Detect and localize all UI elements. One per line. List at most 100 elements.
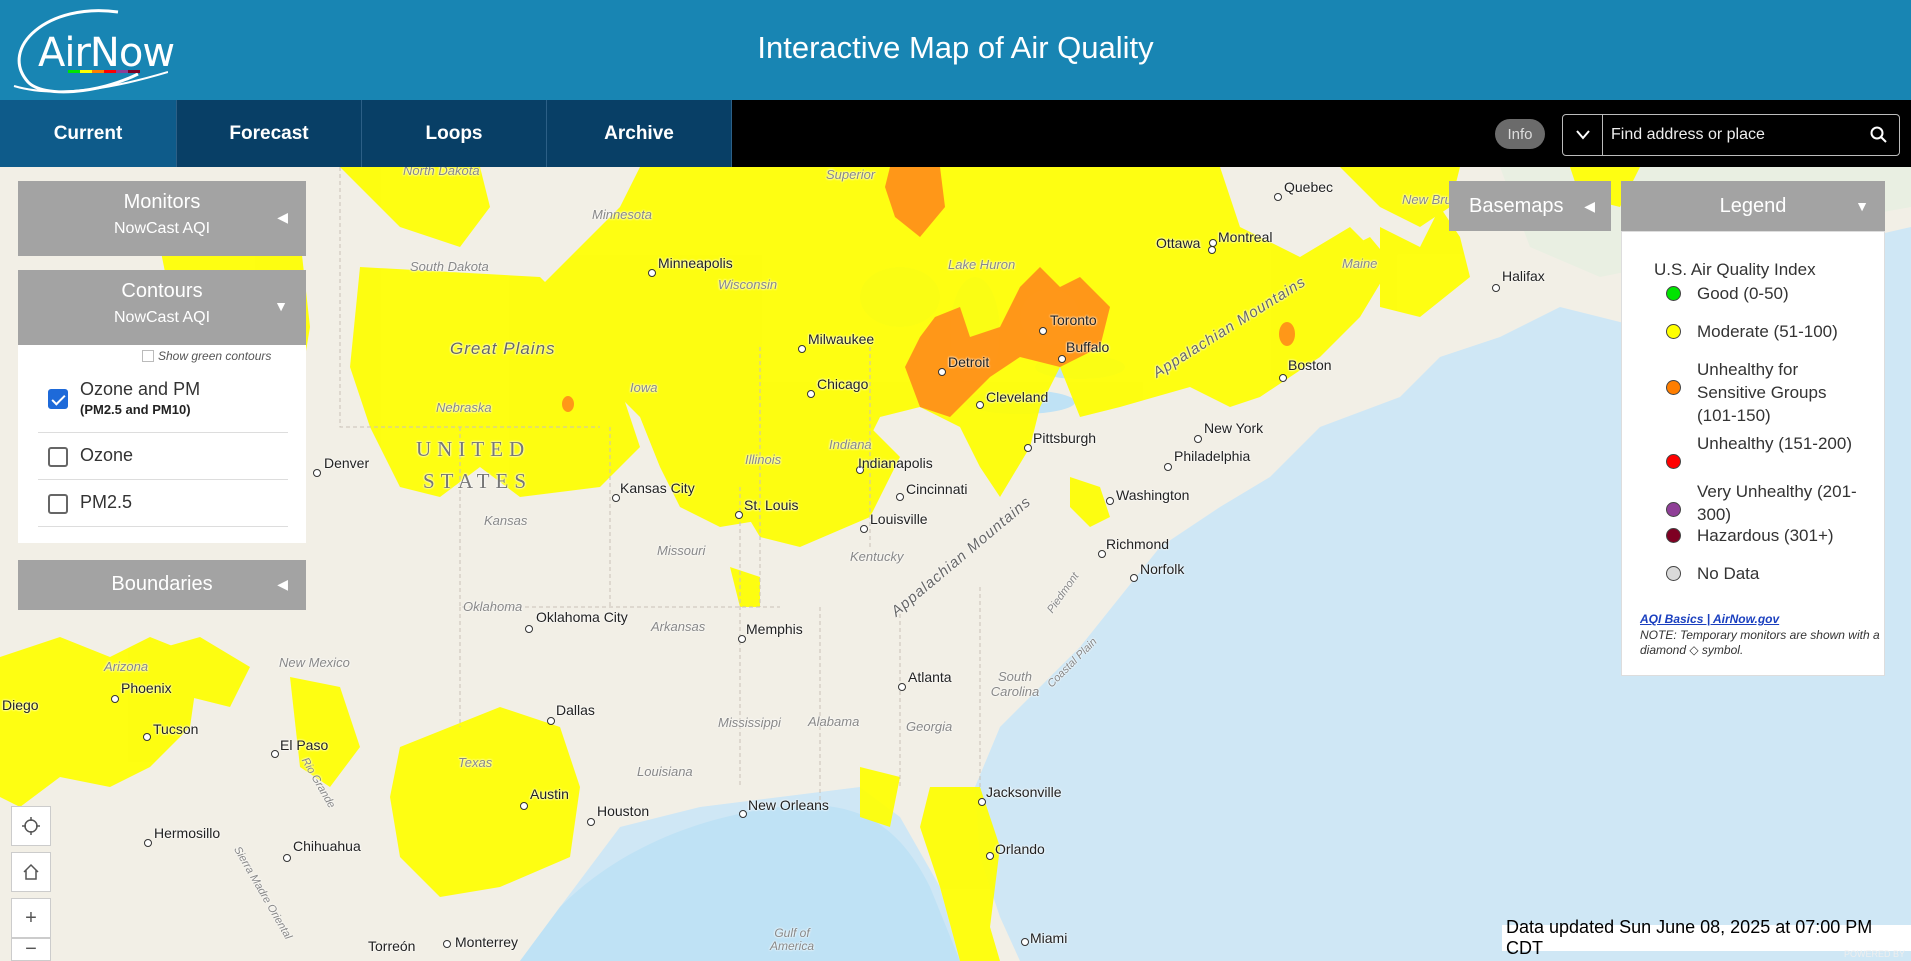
legend-color-dot (1666, 286, 1681, 301)
city-marker (1039, 327, 1047, 335)
powered-by-label: POWERED BY (1843, 949, 1905, 959)
search-input[interactable] (1611, 123, 1851, 147)
city-label: Minneapolis (658, 255, 733, 271)
city-marker (735, 511, 743, 519)
legend-color-dot (1666, 502, 1681, 517)
minus-icon: − (25, 938, 37, 960)
city-marker (111, 695, 119, 703)
ozone-and-pm-checkbox[interactable] (48, 389, 68, 409)
city-marker (547, 717, 555, 725)
city-label: Hermosillo (154, 825, 221, 841)
page-title: Interactive Map of Air Quality (757, 30, 1154, 65)
city-marker (1130, 574, 1138, 582)
tab-current[interactable]: Current (0, 100, 177, 167)
region-label: New Mexico (279, 655, 350, 670)
info-button[interactable]: Info (1495, 119, 1545, 149)
region-label: Georgia (906, 719, 953, 734)
legend-color-dot (1666, 528, 1681, 543)
show-green-checkbox[interactable] (142, 350, 154, 362)
home-icon (23, 863, 39, 880)
contours-subtitle: NowCast AQI (113, 309, 211, 326)
monitors-panel-header[interactable]: Monitors NowCast AQI ◀ (18, 181, 306, 256)
zoom-out-button[interactable]: − (11, 938, 51, 961)
city-marker (443, 940, 451, 948)
boundaries-panel-header[interactable]: Boundaries ◀ (18, 560, 306, 610)
city-label: Miami (1030, 930, 1068, 946)
city-label: Milwaukee (808, 331, 875, 347)
city-label: Montreal (1218, 229, 1273, 245)
contours-panel-body: Show green contours Ozone and PM (PM2.5 … (18, 345, 306, 543)
city-label: Oklahoma City (536, 609, 628, 625)
region-label: Indiana (829, 437, 872, 452)
city-marker (1024, 444, 1032, 452)
search-dropdown-button[interactable] (1563, 115, 1603, 155)
city-marker (1279, 374, 1287, 382)
app-header: AirNow Interactive Map of Air Quality (0, 0, 1911, 100)
region-label: Arizona (104, 659, 149, 674)
city-marker (798, 345, 806, 353)
city-marker (976, 401, 984, 409)
city-label: Memphis (746, 621, 803, 637)
option-label: Ozone and PM (80, 379, 201, 399)
city-marker (313, 469, 321, 477)
city-label: El Paso (280, 737, 329, 753)
legend-label: Very Unhealthy (201-300) (1697, 482, 1857, 524)
city-label: St. Louis (744, 497, 799, 513)
legend-label: No Data (1697, 564, 1760, 583)
city-label: Phoenix (121, 680, 172, 696)
city-label: Diego (2, 697, 39, 713)
city-label: Cleveland (986, 389, 1049, 405)
city-label: Detroit (948, 354, 990, 370)
region-label: South Dakota (410, 259, 489, 274)
legend-color-dot (1666, 566, 1681, 581)
region-label: Illinois (745, 452, 782, 467)
tab-loops[interactable]: Loops (362, 100, 547, 167)
home-button[interactable] (11, 852, 51, 892)
pm25-checkbox[interactable] (48, 494, 68, 514)
city-marker (587, 818, 595, 826)
contours-panel-header[interactable]: Contours NowCast AQI ▼ (18, 270, 306, 345)
region-label: South Carolina (990, 669, 1040, 699)
monitors-title: Monitors (123, 191, 201, 213)
city-marker (860, 525, 868, 533)
city-label: Jacksonville (986, 784, 1062, 800)
city-label: New Orleans (748, 797, 829, 813)
monitors-subtitle: NowCast AQI (113, 220, 211, 237)
city-label: Cincinnati (906, 481, 968, 497)
region-label: Mississippi (718, 715, 781, 730)
city-marker (143, 733, 151, 741)
expand-down-icon: ▼ (1855, 198, 1869, 214)
search-icon[interactable] (1869, 125, 1889, 145)
data-updated-label: Data updated Sun June 08, 2025 at 07:00 … (1502, 917, 1911, 958)
show-green-contours-toggle[interactable]: Show green contours (142, 349, 271, 363)
legend-heading: U.S. Air Quality Index (1654, 260, 1816, 279)
option-pm25[interactable]: PM2.5 (38, 480, 288, 527)
city-label: Chicago (817, 376, 869, 392)
option-label: PM2.5 (80, 492, 133, 512)
tab-archive[interactable]: Archive (547, 100, 732, 167)
region-label: North Dakota (403, 167, 480, 178)
locate-icon (22, 817, 40, 835)
legend-label: Unhealthy (151-200) (1697, 434, 1852, 453)
aqi-basics-link[interactable]: AQI Basics | AirNow.gov (1640, 612, 1779, 626)
legend-color-dot (1666, 380, 1681, 395)
city-label: Monterrey (455, 934, 519, 950)
legend-color-dot (1666, 454, 1681, 469)
legend-panel-body: U.S. Air Quality Index Good (0-50) Modera… (1621, 231, 1885, 676)
option-ozone[interactable]: Ozone (38, 433, 288, 480)
region-label: Wisconsin (718, 277, 778, 292)
legend-label: Moderate (51-100) (1697, 322, 1838, 341)
basemaps-panel-header[interactable]: Basemaps ◀ (1449, 181, 1611, 231)
tab-forecast[interactable]: Forecast (177, 100, 362, 167)
region-label: Louisiana (637, 764, 693, 779)
city-marker (807, 390, 815, 398)
zoom-in-button[interactable]: + (11, 898, 51, 938)
country-label: UNITED (416, 437, 531, 461)
legend-label: Hazardous (301+) (1697, 526, 1834, 545)
city-marker (1058, 355, 1066, 363)
legend-panel-header[interactable]: Legend ▼ (1621, 181, 1885, 231)
city-label: Washington (1116, 487, 1190, 503)
option-ozone-and-pm[interactable]: Ozone and PM (PM2.5 and PM10) (38, 367, 288, 433)
ozone-checkbox[interactable] (48, 447, 68, 467)
locate-button[interactable] (11, 806, 51, 846)
